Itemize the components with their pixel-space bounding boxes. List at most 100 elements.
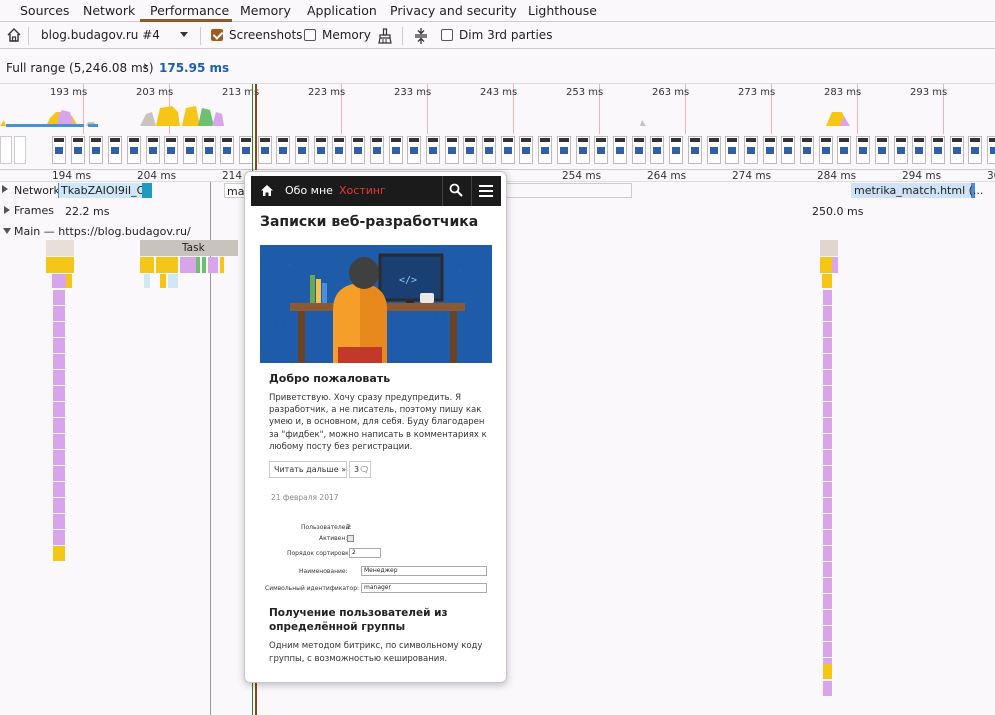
screenshot-thumbnail[interactable] (52, 136, 66, 164)
timeline-overview[interactable]: 193 ms 203 ms 213 ms 223 ms 233 ms 243 m… (0, 84, 995, 170)
screenshot-thumbnail[interactable] (0, 136, 12, 164)
screenshot-thumbnail[interactable] (501, 136, 515, 164)
screenshot-thumbnail[interactable] (800, 136, 814, 164)
screenshot-thumbnail[interactable] (594, 136, 608, 164)
network-expand-icon[interactable] (2, 185, 8, 193)
chevron-down-icon[interactable] (180, 32, 188, 37)
screenshot-thumbnail[interactable] (519, 136, 533, 164)
flame-chart-event[interactable] (140, 257, 154, 273)
flame-chart-event[interactable] (823, 642, 832, 657)
flame-chart-event[interactable] (53, 386, 65, 401)
home-icon[interactable] (6, 27, 22, 43)
flame-chart-event[interactable] (832, 257, 838, 273)
flame-chart-event[interactable] (53, 370, 65, 385)
broom-icon[interactable] (377, 28, 393, 44)
frame-duration[interactable]: 250.0 ms (812, 205, 863, 218)
flame-chart-event[interactable] (64, 257, 74, 273)
tab-performance[interactable]: Performance (150, 3, 229, 18)
screenshot-thumbnail[interactable] (763, 136, 777, 164)
flame-chart-event[interactable] (53, 290, 65, 305)
screenshot-thumbnail[interactable] (894, 136, 908, 164)
screenshot-thumbnail[interactable] (837, 136, 851, 164)
flame-chart-event[interactable] (208, 257, 218, 273)
screenshot-thumbnail[interactable] (968, 136, 982, 164)
flame-chart-event[interactable] (53, 402, 65, 417)
flame-chart-event[interactable] (52, 274, 66, 288)
screenshot-thumbnail[interactable] (332, 136, 346, 164)
flame-chart-event[interactable] (53, 450, 65, 465)
network-request-bar[interactable]: metrika_match.html (... (851, 183, 983, 198)
screenshot-thumbnail[interactable] (856, 136, 870, 164)
tab-network[interactable]: Network (83, 3, 135, 18)
network-request-bar[interactable]: TkabZAIOI9iI_O6 (58, 183, 152, 198)
screenshot-thumbnail[interactable] (370, 136, 384, 164)
flame-chart-event[interactable] (144, 274, 150, 288)
memory-checkbox[interactable] (304, 29, 316, 41)
task-block[interactable] (820, 240, 838, 256)
task-block[interactable] (46, 240, 74, 256)
screenshot-thumbnail[interactable] (14, 136, 26, 164)
network-track-label[interactable]: Network (14, 184, 60, 197)
flame-chart-event[interactable] (823, 664, 832, 679)
flame-chart-event[interactable] (168, 274, 178, 288)
full-range-crumb[interactable]: Full range (5,246.08 ms) (6, 61, 154, 75)
screenshot-thumbnail[interactable] (407, 136, 421, 164)
flame-chart-event[interactable] (823, 530, 832, 545)
screenshot-thumbnail[interactable] (71, 136, 85, 164)
screenshot-thumbnail[interactable] (931, 136, 945, 164)
screenshot-thumbnail[interactable] (557, 136, 571, 164)
main-collapse-icon[interactable] (3, 228, 11, 234)
flame-chart-event[interactable] (820, 257, 832, 273)
flame-chart-event[interactable] (823, 402, 832, 417)
flame-chart-event[interactable] (156, 257, 178, 273)
flame-chart-event[interactable] (53, 498, 65, 513)
task-block[interactable]: Task (140, 240, 238, 256)
flame-chart-event[interactable] (823, 610, 832, 625)
screenshot-thumbnail[interactable] (295, 136, 309, 164)
screenshot-thumbnail[interactable] (314, 136, 328, 164)
screenshot-thumbnail[interactable] (426, 136, 440, 164)
screenshot-thumbnail[interactable] (819, 136, 833, 164)
flame-chart-event[interactable] (220, 257, 224, 273)
flame-chart-event[interactable] (823, 322, 832, 337)
screenshot-thumbnail[interactable] (950, 136, 964, 164)
screenshot-thumbnail[interactable] (707, 136, 721, 164)
screenshot-thumbnail[interactable] (744, 136, 758, 164)
screenshot-thumbnail[interactable] (389, 136, 403, 164)
flame-chart-event[interactable] (823, 354, 832, 369)
screenshot-thumbnail[interactable] (669, 136, 683, 164)
screenshot-thumbnail[interactable] (183, 136, 197, 164)
tab-sources[interactable]: Sources (20, 3, 69, 18)
current-range-crumb[interactable]: 175.95 ms (159, 61, 229, 75)
flame-chart-event[interactable] (53, 482, 65, 497)
flame-chart-event[interactable] (823, 434, 832, 449)
flame-chart-event[interactable] (823, 450, 832, 465)
screenshot-thumbnail[interactable] (576, 136, 590, 164)
tab-memory[interactable]: Memory (240, 3, 291, 18)
flame-chart-event[interactable] (823, 290, 832, 305)
screenshot-thumbnail[interactable] (781, 136, 795, 164)
screenshot-thumbnail[interactable] (987, 136, 995, 164)
screenshot-thumbnail[interactable] (220, 136, 234, 164)
flame-chart-event[interactable] (823, 562, 832, 577)
flame-chart-event[interactable] (823, 386, 832, 401)
flame-chart-event[interactable] (196, 257, 200, 273)
flame-chart-event[interactable] (823, 546, 832, 561)
flame-chart-event[interactable] (53, 338, 65, 353)
flame-chart-event[interactable] (823, 338, 832, 353)
screenshot-thumbnail[interactable] (127, 136, 141, 164)
screenshot-thumbnail[interactable] (89, 136, 103, 164)
flame-chart-event[interactable] (53, 514, 65, 529)
screenshot-thumbnail[interactable] (650, 136, 664, 164)
screenshot-thumbnail[interactable] (164, 136, 178, 164)
frames-track-label[interactable]: Frames (14, 204, 54, 217)
screenshot-thumbnail[interactable] (108, 136, 122, 164)
tab-lighthouse[interactable]: Lighthouse (528, 3, 597, 18)
flame-chart-event[interactable] (823, 466, 832, 481)
recording-select[interactable]: blog.budagov.ru #4 (41, 28, 160, 42)
network-request-bar[interactable] (505, 183, 632, 198)
collapse-icon[interactable] (413, 27, 429, 45)
screenshot-thumbnail[interactable] (613, 136, 627, 164)
screenshots-checkbox[interactable] (211, 29, 223, 41)
flame-chart-event[interactable] (53, 418, 65, 433)
